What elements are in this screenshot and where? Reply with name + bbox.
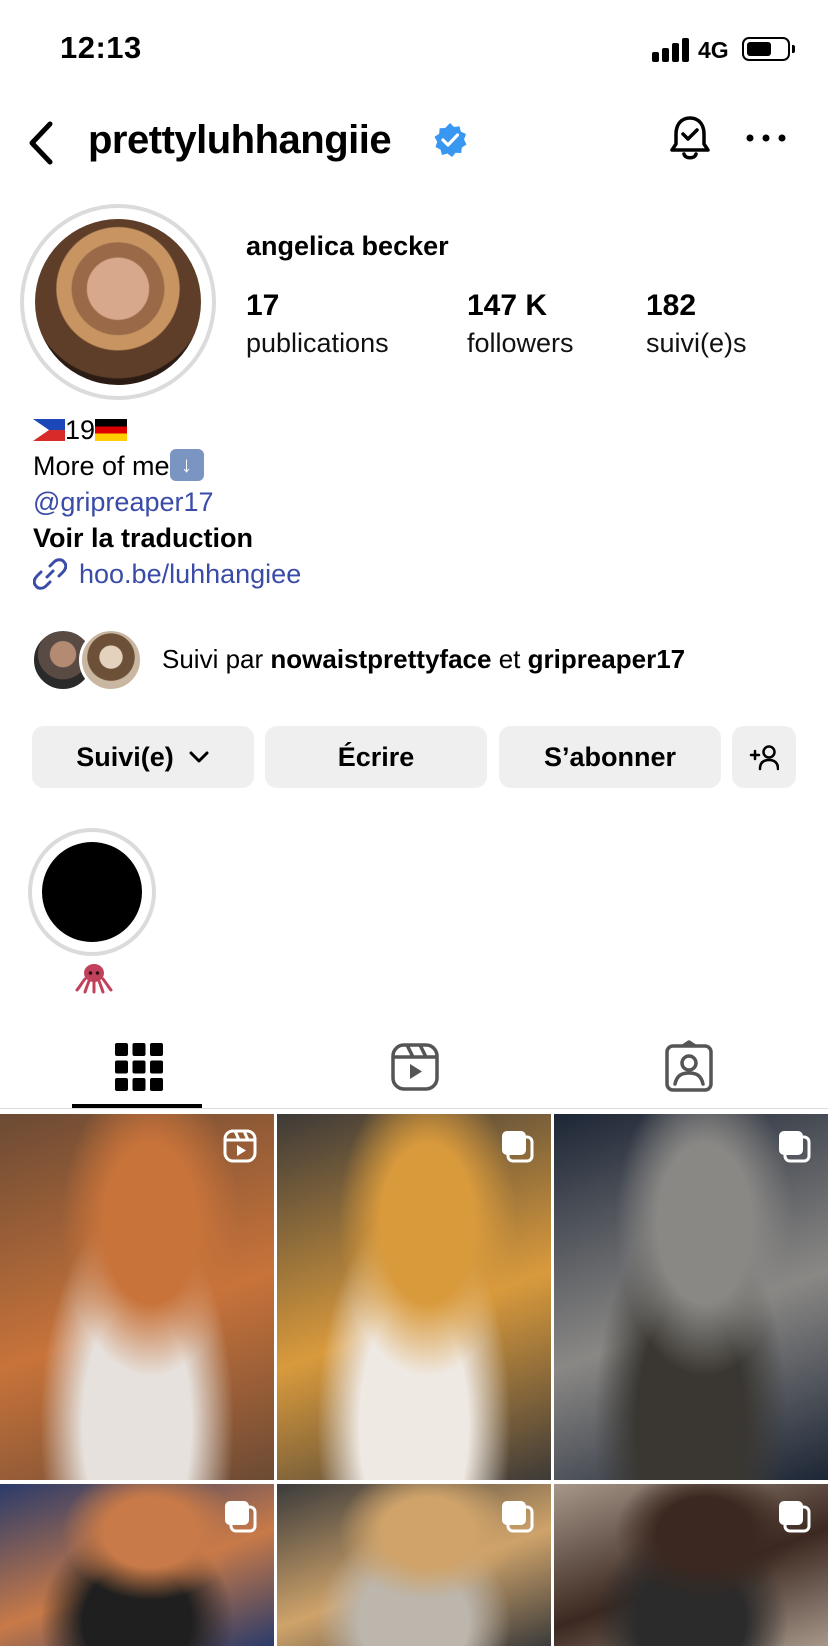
link-icon (33, 558, 67, 590)
carousel-badge-icon (222, 1498, 258, 1534)
post-thumbnail[interactable] (277, 1114, 551, 1480)
add-person-icon (749, 745, 779, 771)
chevron-down-icon (189, 751, 209, 763)
post-thumbnail[interactable] (277, 1484, 551, 1646)
profile-bio: 19 More of me ↓ @gripreaper17 Voir la tra… (33, 412, 301, 592)
mutual-avatar (79, 628, 143, 692)
stat-followers[interactable]: 147 K followers (467, 288, 574, 362)
carousel-badge-icon (776, 1128, 812, 1164)
stat-value: 17 (246, 289, 280, 322)
story-highlight-cover (42, 842, 142, 942)
followed-by-joiner: et (491, 644, 528, 674)
grid-icon[interactable] (112, 1040, 166, 1094)
carousel-badge-icon (499, 1128, 535, 1164)
bio-text: More of me (33, 451, 170, 481)
tab-divider (0, 1108, 828, 1109)
followed-by-text[interactable]: Suivi par nowaistprettyface et gripreape… (162, 644, 685, 675)
tagged-icon[interactable] (662, 1040, 716, 1094)
back-arrow-icon[interactable] (22, 118, 62, 168)
subscribe-button-label: S’abonner (543, 741, 677, 772)
status-bar: 12:13 4G (0, 0, 828, 100)
stat-label: publications (246, 328, 389, 358)
post-thumbnail[interactable] (0, 1484, 274, 1646)
bio-line-text: More of me ↓ (33, 448, 301, 484)
following-button[interactable]: Suivi(e) (32, 726, 254, 788)
bio-age: 19 (65, 415, 96, 445)
stat-following[interactable]: 182 suivi(e)s (646, 288, 747, 362)
signal-icon (652, 38, 692, 62)
network-type: 4G (698, 37, 729, 63)
profile-avatar-ring[interactable] (20, 204, 216, 400)
profile-header: prettyluhhangiie (0, 108, 828, 178)
bio-link-text: hoo.be/luhhangiee (79, 559, 302, 589)
stat-label: suivi(e)s (646, 328, 747, 358)
subscribe-button[interactable]: S’abonner (499, 726, 721, 788)
germany-flag-icon (95, 418, 128, 441)
battery-icon (742, 37, 790, 61)
reel-badge-icon (222, 1128, 258, 1164)
down-arrow-icon: ↓ (169, 448, 204, 481)
followed-by-user: nowaistprettyface (270, 644, 492, 674)
octopus-icon (75, 964, 113, 994)
mutual-followers-avatars[interactable] (31, 628, 151, 692)
battery-tip (792, 45, 795, 53)
profile-avatar (35, 219, 201, 385)
profile-full-name: angelica becker (246, 231, 449, 261)
notification-bell-icon[interactable] (668, 114, 712, 164)
stat-value: 147 K (467, 289, 548, 322)
carousel-badge-icon (776, 1498, 812, 1534)
message-button-label: Écrire (337, 741, 415, 772)
profile-username: prettyluhhangiie (88, 118, 392, 162)
bio-mention-link[interactable]: @gripreaper17 (33, 484, 301, 520)
see-translation-link[interactable]: Voir la traduction (33, 520, 301, 556)
followed-by-prefix: Suivi par (162, 644, 271, 674)
message-button[interactable]: Écrire (265, 726, 487, 788)
reels-icon[interactable] (388, 1040, 442, 1094)
verified-badge-icon (434, 123, 467, 157)
stat-value: 182 (646, 289, 697, 322)
followed-by-user: gripreaper17 (527, 644, 686, 674)
stat-label: followers (467, 328, 574, 358)
post-thumbnail[interactable] (0, 1114, 274, 1480)
following-button-label: Suivi(e) (76, 741, 174, 772)
suggested-users-button[interactable] (732, 726, 796, 788)
carousel-badge-icon (499, 1498, 535, 1534)
status-time: 12:13 (60, 30, 142, 65)
bio-external-link[interactable]: hoo.be/luhhangiee (33, 556, 301, 592)
bio-line-age: 19 (33, 412, 301, 448)
post-thumbnail[interactable] (554, 1114, 828, 1480)
story-highlight[interactable] (28, 828, 156, 956)
stat-publications[interactable]: 17 publications (246, 288, 389, 362)
post-thumbnail[interactable] (554, 1484, 828, 1646)
more-options-icon[interactable] (744, 128, 788, 148)
philippines-flag-icon (33, 418, 65, 441)
